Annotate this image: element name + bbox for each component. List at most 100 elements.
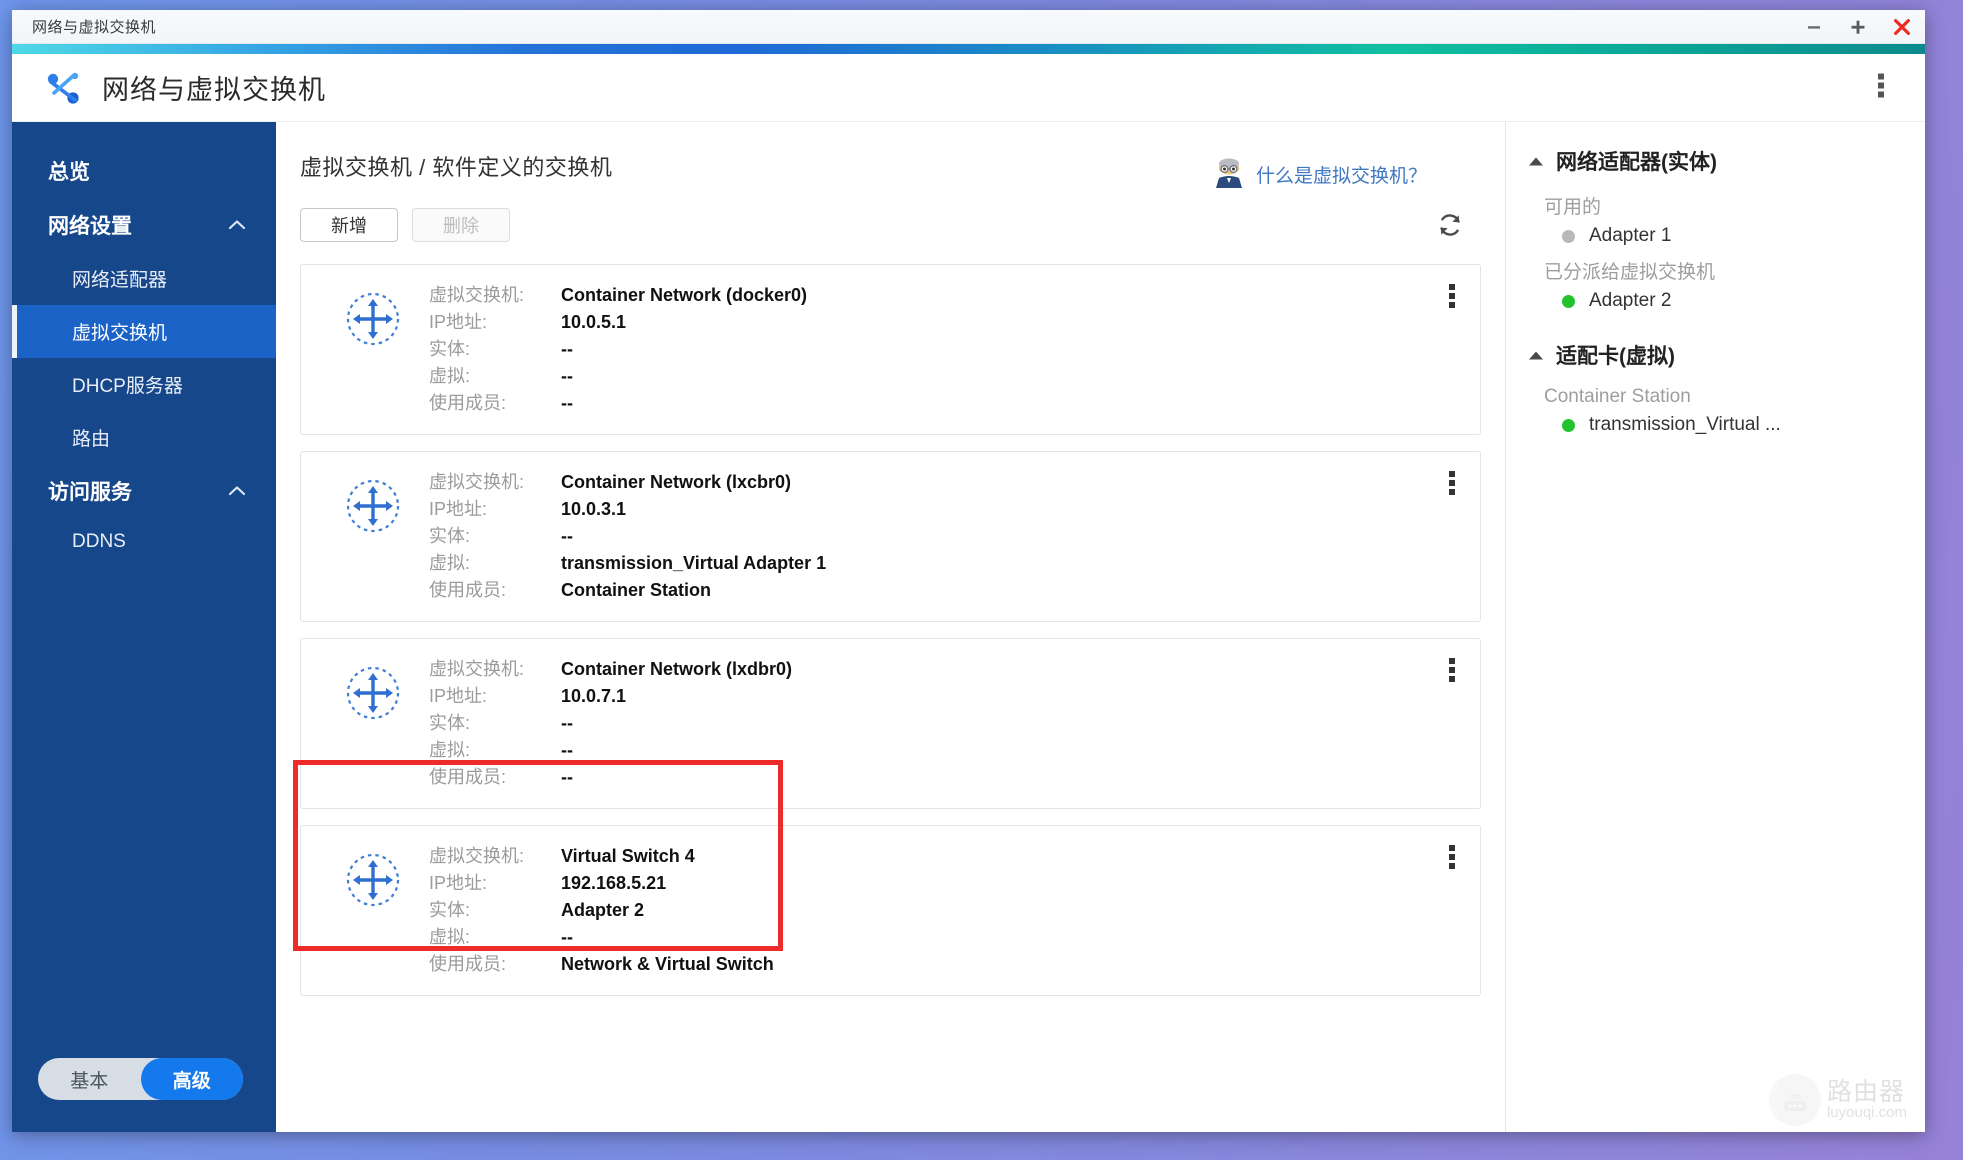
refresh-icon[interactable] — [1435, 210, 1465, 245]
window-title: 网络与虚拟交换机 — [32, 19, 157, 36]
virtual-switch-card[interactable]: 虚拟交换机: Container Network (lxdbr0) IP地址: 10.… — [300, 638, 1481, 809]
card-kebab-menu-icon[interactable] — [1448, 283, 1456, 314]
breadcrumb-parent[interactable]: 虚拟交换机 — [300, 155, 413, 180]
card-kebab-menu-icon[interactable] — [1448, 657, 1456, 688]
field-value-switch: Container Network (lxdbr0) — [561, 659, 793, 679]
main-content: 虚拟交换机 / 软件定义的交换机 新增 删除 什么是虚拟交换机？ 虚拟交换机: … — [276, 122, 1505, 1132]
sidebar-item-routing[interactable]: 路由 — [12, 411, 276, 464]
app-title: 网络与虚拟交换机 — [102, 75, 326, 105]
mode-option-advanced[interactable]: 高级 — [140, 1058, 243, 1100]
adapter-row-adapter2[interactable]: Adapter 2 — [1562, 290, 1907, 312]
virtual-switch-icon — [343, 289, 403, 349]
sidebar-item-overview[interactable]: 总览 — [12, 144, 276, 198]
right-panel: 网络适配器(实体) 可用的 Adapter 1 已分派给虚拟交换机 Adapte… — [1505, 122, 1925, 1132]
virtual-switch-icon — [343, 663, 403, 723]
sidebar-item-virtual-switch[interactable]: 虚拟交换机 — [12, 305, 276, 358]
group-label-assigned: 已分派给虚拟交换机 — [1544, 262, 1716, 283]
sidebar-nav: 总览 网络设置 网络适配器 虚拟交换机 DHCP服务器 路由 访问服务 DDNS — [12, 122, 276, 566]
adapter-row-adapter1[interactable]: Adapter 1 — [1562, 225, 1907, 247]
field-value-used-by: -- — [561, 393, 573, 413]
sidebar-item-ddns[interactable]: DDNS — [12, 518, 276, 566]
professor-avatar-icon — [1212, 156, 1246, 193]
field-value-ip: 10.0.5.1 — [561, 312, 627, 332]
field-label-virtual: 虚拟: — [429, 553, 471, 573]
application-window: 网络与虚拟交换机 网络与虚拟交换机 总览 网络设置 网络适配器 虚拟交换机 DH… — [12, 10, 1925, 1132]
kebab-menu-icon[interactable] — [1877, 71, 1885, 104]
virtual-switch-card[interactable]: 虚拟交换机: Container Network (docker0) IP地址: 10… — [300, 264, 1481, 435]
field-label-used-by: 使用成员: — [429, 954, 507, 974]
virtual-switch-details: 虚拟交换机: Container Network (docker0) IP地址: 10… — [429, 283, 807, 416]
field-value-ip: 10.0.7.1 — [561, 686, 627, 706]
sidebar-group-network-settings[interactable]: 网络设置 — [12, 198, 276, 252]
adapter-label: transmission_Virtual ... — [1589, 414, 1781, 435]
field-value-switch: Container Network (docker0) — [561, 285, 808, 305]
right-panel-section-virtual-adapters[interactable]: 适配卡(虚拟) — [1528, 340, 1907, 370]
router-icon — [1768, 1074, 1821, 1126]
field-value-physical: -- — [561, 339, 573, 359]
toolbar: 新增 删除 — [300, 208, 1505, 242]
delete-button[interactable]: 删除 — [412, 208, 510, 242]
field-label-ip: IP地址: — [429, 312, 488, 332]
annotation-arrow — [276, 122, 576, 272]
field-label-used-by: 使用成员: — [429, 580, 507, 600]
sidebar-item-label: 虚拟交换机 — [72, 323, 168, 344]
sidebar-item-label: DDNS — [72, 531, 126, 552]
watermark-en: luyouqi.com — [1826, 1104, 1907, 1122]
sidebar-group-label: 访问服务 — [48, 481, 132, 504]
mode-toggle[interactable]: 基本 高级 — [38, 1058, 243, 1100]
breadcrumb-separator: / — [419, 155, 426, 180]
virtual-switch-details: 虚拟交换机: Container Network (lxdbr0) IP地址: 10.… — [429, 657, 792, 790]
help-link[interactable]: 什么是虚拟交换机？ — [1212, 156, 1427, 193]
sidebar-item-dhcp-server[interactable]: DHCP服务器 — [12, 358, 276, 411]
virtual-switch-icon — [343, 850, 403, 910]
watermark-cn: 路由器 — [1826, 1078, 1905, 1106]
virtual-switch-card[interactable]: 虚拟交换机: Virtual Switch 4 IP地址: 192.168.5.21 实… — [300, 825, 1481, 996]
virtual-switch-card-list: 虚拟交换机: Container Network (docker0) IP地址: 10… — [300, 264, 1481, 996]
mode-option-basic[interactable]: 基本 — [38, 1058, 141, 1100]
field-value-switch: Virtual Switch 4 — [561, 846, 695, 866]
help-link-text: 什么是虚拟交换机？ — [1255, 166, 1427, 187]
group-label-available: 可用的 — [1544, 197, 1602, 218]
field-value-used-by: Container Station — [561, 580, 712, 600]
window-controls — [1803, 10, 1913, 44]
maximize-icon[interactable] — [1847, 16, 1869, 38]
window-title-bar: 网络与虚拟交换机 — [12, 10, 1925, 44]
field-value-used-by: -- — [561, 767, 573, 787]
triangle-up-icon — [1528, 343, 1544, 367]
sidebar-item-network-adapter[interactable]: 网络适配器 — [12, 252, 276, 305]
field-value-physical: Adapter 2 — [561, 900, 645, 920]
field-value-virtual: -- — [561, 366, 573, 386]
field-label-ip: IP地址: — [429, 499, 488, 519]
field-label-ip: IP地址: — [429, 686, 488, 706]
sidebar-group-access-services[interactable]: 访问服务 — [12, 464, 276, 518]
virtual-switch-details: 虚拟交换机: Container Network (lxcbr0) IP地址: 10.… — [429, 470, 826, 603]
field-label-virtual: 虚拟: — [429, 366, 471, 386]
site-watermark: 路由器 luyouqi.com — [1768, 1074, 1907, 1126]
status-dot — [1562, 418, 1575, 432]
field-label-virtual: 虚拟: — [429, 927, 471, 947]
window-body: 总览 网络设置 网络适配器 虚拟交换机 DHCP服务器 路由 访问服务 DDNS… — [12, 122, 1925, 1132]
field-label-switch: 虚拟交换机: — [429, 659, 525, 679]
close-icon[interactable] — [1891, 16, 1913, 38]
field-label-used-by: 使用成员: — [429, 393, 507, 413]
field-label-switch: 虚拟交换机: — [429, 472, 525, 492]
right-panel-section-physical-adapters[interactable]: 网络适配器(实体) — [1528, 146, 1907, 176]
network-switch-logo — [42, 67, 84, 109]
card-kebab-menu-icon[interactable] — [1448, 470, 1456, 501]
virtual-switch-icon — [343, 476, 403, 536]
field-label-virtual: 虚拟: — [429, 740, 471, 760]
virtual-switch-card[interactable]: 虚拟交换机: Container Network (lxcbr0) IP地址: 10.… — [300, 451, 1481, 622]
sidebar-group-label: 网络设置 — [48, 215, 132, 238]
field-value-physical: -- — [561, 713, 573, 733]
mode-toggle-wrapper: 基本 高级 — [12, 1058, 276, 1132]
minimize-icon[interactable] — [1803, 16, 1825, 38]
add-button[interactable]: 新增 — [300, 208, 398, 242]
card-kebab-menu-icon[interactable] — [1448, 844, 1456, 875]
virtual-switch-details: 虚拟交换机: Virtual Switch 4 IP地址: 192.168.5.21 实… — [429, 844, 774, 977]
field-value-ip: 192.168.5.21 — [561, 873, 667, 893]
field-value-virtual: -- — [561, 927, 573, 947]
field-label-physical: 实体: — [429, 900, 471, 920]
accent-gradient-bar — [12, 44, 1925, 54]
adapter-row-transmission-virtual[interactable]: transmission_Virtual ... — [1562, 414, 1907, 436]
